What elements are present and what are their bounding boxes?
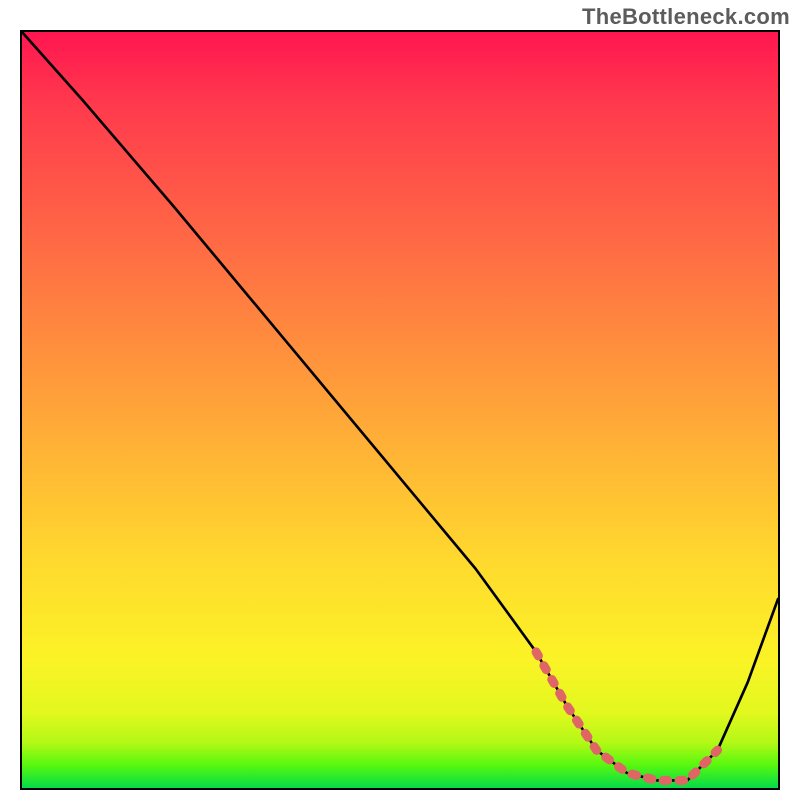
- watermark-text: TheBottleneck.com: [582, 4, 790, 30]
- chart-container: TheBottleneck.com: [0, 0, 800, 800]
- bottleneck-curve: [22, 32, 778, 780]
- curve-layer: [22, 32, 778, 788]
- highlight-segment: [536, 652, 717, 781]
- plot-area: [20, 30, 780, 790]
